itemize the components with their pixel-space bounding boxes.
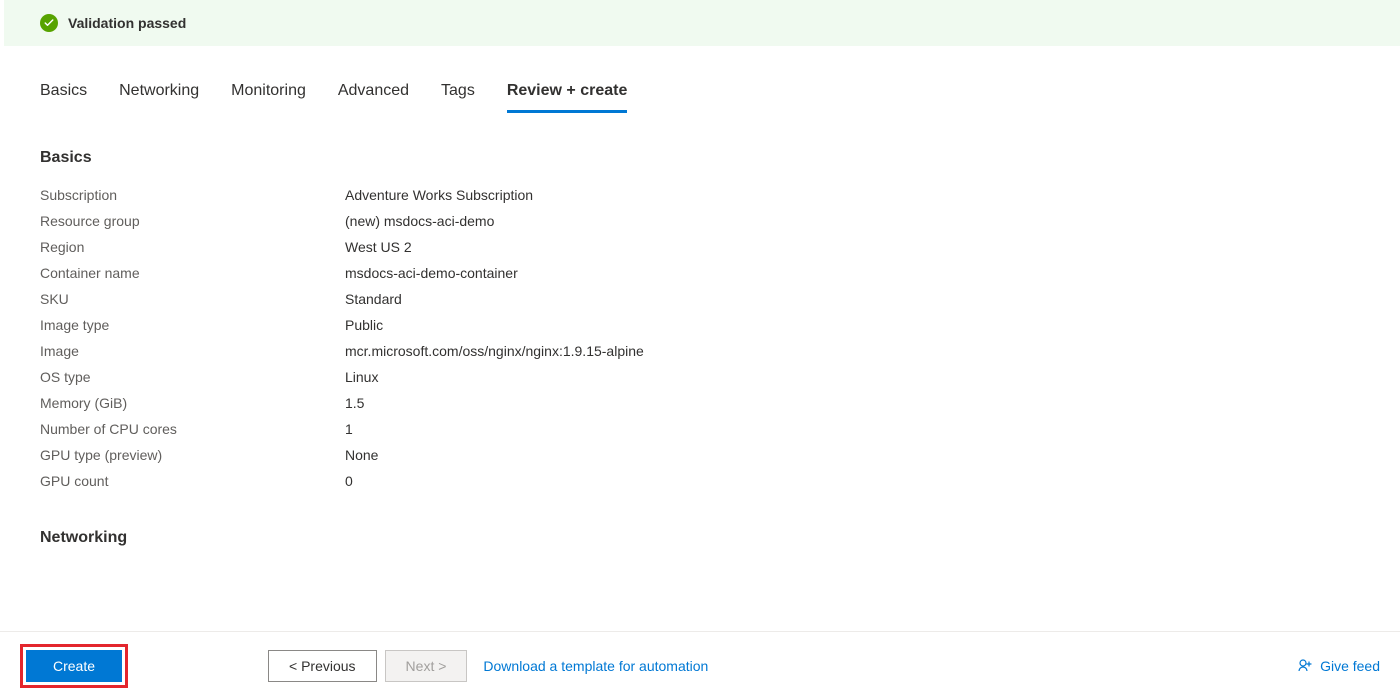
value-image-type: Public <box>345 317 383 333</box>
validation-banner: Validation passed <box>4 0 1400 46</box>
row-memory: Memory (GiB) 1.5 <box>40 395 1364 411</box>
row-cpu-cores: Number of CPU cores 1 <box>40 421 1364 437</box>
download-template-link[interactable]: Download a template for automation <box>483 658 708 674</box>
label-gpu-type: GPU type (preview) <box>40 447 345 463</box>
row-region: Region West US 2 <box>40 239 1364 255</box>
create-button-highlight: Create <box>20 644 128 688</box>
check-circle-icon <box>40 14 58 32</box>
label-image: Image <box>40 343 345 359</box>
row-os-type: OS type Linux <box>40 369 1364 385</box>
next-button: Next > <box>385 650 468 682</box>
value-resource-group: (new) msdocs-aci-demo <box>345 213 494 229</box>
row-subscription: Subscription Adventure Works Subscriptio… <box>40 187 1364 203</box>
value-sku: Standard <box>345 291 402 307</box>
previous-button[interactable]: < Previous <box>268 650 377 682</box>
value-gpu-count: 0 <box>345 473 353 489</box>
value-os-type: Linux <box>345 369 378 385</box>
label-sku: SKU <box>40 291 345 307</box>
label-memory: Memory (GiB) <box>40 395 345 411</box>
nav-buttons: < Previous Next > Download a template fo… <box>268 650 708 682</box>
label-cpu-cores: Number of CPU cores <box>40 421 345 437</box>
footer-bar: Create < Previous Next > Download a temp… <box>0 631 1400 700</box>
value-subscription: Adventure Works Subscription <box>345 187 533 203</box>
row-image: Image mcr.microsoft.com/oss/nginx/nginx:… <box>40 343 1364 359</box>
row-sku: SKU Standard <box>40 291 1364 307</box>
tab-monitoring[interactable]: Monitoring <box>231 82 306 113</box>
section-heading-basics: Basics <box>40 149 1364 167</box>
tabs-bar: Basics Networking Monitoring Advanced Ta… <box>4 82 1400 113</box>
row-image-type: Image type Public <box>40 317 1364 333</box>
tab-review-create[interactable]: Review + create <box>507 82 628 113</box>
section-heading-networking: Networking <box>40 529 1364 547</box>
tab-networking[interactable]: Networking <box>119 82 199 113</box>
value-region: West US 2 <box>345 239 412 255</box>
tab-advanced[interactable]: Advanced <box>338 82 409 113</box>
value-gpu-type: None <box>345 447 378 463</box>
feedback-label: Give feed <box>1320 658 1380 674</box>
row-gpu-type: GPU type (preview) None <box>40 447 1364 463</box>
tab-tags[interactable]: Tags <box>441 82 475 113</box>
label-container-name: Container name <box>40 265 345 281</box>
label-region: Region <box>40 239 345 255</box>
row-container-name: Container name msdocs-aci-demo-container <box>40 265 1364 281</box>
value-cpu-cores: 1 <box>345 421 353 437</box>
value-container-name: msdocs-aci-demo-container <box>345 265 518 281</box>
label-resource-group: Resource group <box>40 213 345 229</box>
content-area: Basics Subscription Adventure Works Subs… <box>4 149 1400 547</box>
label-gpu-count: GPU count <box>40 473 345 489</box>
tab-basics[interactable]: Basics <box>40 82 87 113</box>
label-os-type: OS type <box>40 369 345 385</box>
give-feedback-link[interactable]: Give feed <box>1298 658 1380 674</box>
value-image: mcr.microsoft.com/oss/nginx/nginx:1.9.15… <box>345 343 644 359</box>
value-memory: 1.5 <box>345 395 364 411</box>
label-subscription: Subscription <box>40 187 345 203</box>
create-button[interactable]: Create <box>26 650 122 682</box>
feedback-icon <box>1298 658 1314 674</box>
row-gpu-count: GPU count 0 <box>40 473 1364 489</box>
label-image-type: Image type <box>40 317 345 333</box>
validation-message: Validation passed <box>68 15 186 31</box>
row-resource-group: Resource group (new) msdocs-aci-demo <box>40 213 1364 229</box>
